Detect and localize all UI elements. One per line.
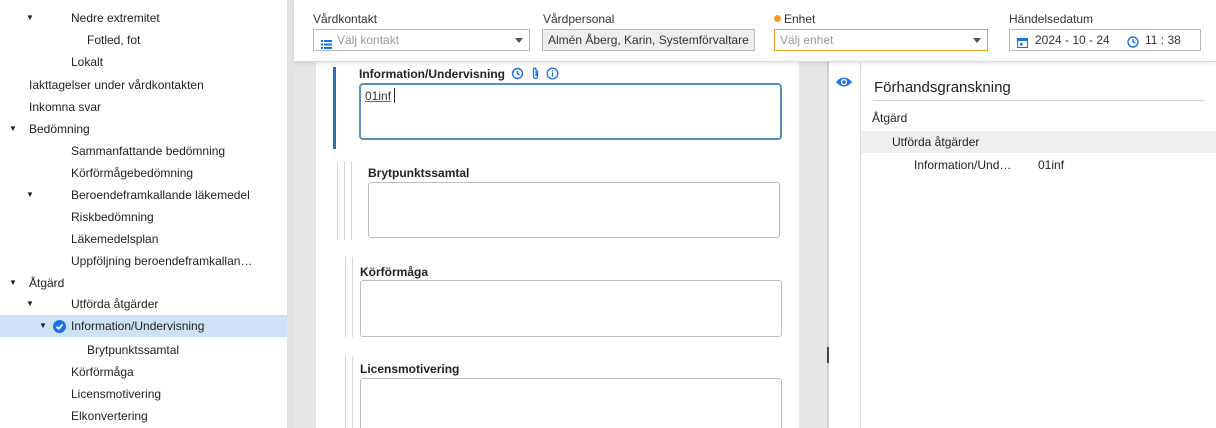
preview-section: Åtgärd: [872, 111, 908, 125]
active-block-indicator: [333, 67, 336, 149]
caret-down-icon[interactable]: ▼: [25, 184, 35, 206]
vardkontakt-select[interactable]: Välj kontakt: [313, 29, 530, 51]
block-indent-line: [345, 356, 346, 428]
history-icon[interactable]: [511, 67, 524, 83]
preview-key: Information/Und…: [914, 158, 1012, 172]
enhet-select[interactable]: Välj enhet: [774, 29, 988, 51]
attachment-icon[interactable]: [531, 67, 540, 83]
block-indent-line: [351, 162, 352, 240]
required-dot-icon: [774, 15, 781, 22]
check-circle-icon: [53, 320, 66, 333]
left-panel-splitter[interactable]: [287, 0, 300, 428]
preview-toggle-button[interactable]: [829, 70, 860, 98]
vardpersonal-value: Almén Åberg, Karin, Systemförvaltare: [542, 29, 755, 51]
preview-divider: [874, 100, 1204, 101]
licensmotivering-textarea[interactable]: [360, 378, 782, 428]
brytpunktssamtal-label: Brytpunktssamtal: [368, 166, 470, 180]
navigation-tree: ▼ Nedre extremitet Fotled, fot Lokalt Ia…: [0, 0, 287, 428]
tree-item-nedre-extremitet[interactable]: ▼ Nedre extremitet: [0, 7, 287, 29]
preview-value: 01inf: [1038, 158, 1065, 172]
tree-item-inkomna-svar[interactable]: Inkomna svar: [0, 96, 287, 118]
chevron-down-icon: [515, 38, 523, 43]
tree-item-licensmotivering[interactable]: Licensmotivering: [0, 383, 287, 405]
info-icon[interactable]: [546, 67, 559, 83]
vardpersonal-field: Vårdpersonal: [543, 12, 614, 27]
preview-title: Förhandsgranskning: [874, 79, 1011, 96]
encounter-header: Vårdkontakt Välj kontakt Vårdpersonal Al…: [294, 0, 1216, 62]
clock-icon[interactable]: [1127, 34, 1139, 54]
information-undervisning-text: 01inf: [365, 89, 392, 103]
licensmotivering-label: Licensmotivering: [360, 362, 460, 376]
text-cursor: [394, 88, 395, 103]
tree-item-uppfoljning[interactable]: Uppföljning beroendeframkallan…: [0, 250, 287, 272]
block-indent-line: [345, 257, 346, 337]
preview-toggle-column: [829, 62, 861, 428]
time-value[interactable]: 11 : 38: [1145, 30, 1181, 50]
calendar-icon[interactable]: [1016, 34, 1029, 54]
tree-item-lokalt[interactable]: Lokalt: [0, 51, 287, 73]
tree-item-bedomning[interactable]: ▼ Bedömning: [0, 118, 287, 140]
caret-down-icon[interactable]: ▼: [25, 7, 35, 29]
date-value[interactable]: 2024 - 10 - 24: [1035, 30, 1110, 50]
vardkontakt-label: Vårdkontakt: [313, 12, 378, 26]
block-indent-line: [352, 257, 353, 337]
tree-item-korformaga[interactable]: Körförmåga: [0, 361, 287, 383]
vardpersonal-label: Vårdpersonal: [543, 12, 615, 26]
list-icon: [321, 35, 332, 55]
journal-form: Information/Undervisning 01inf Brytpunkt…: [316, 62, 799, 428]
caret-down-icon[interactable]: ▼: [8, 272, 18, 294]
tree-item-information-undervisning[interactable]: ▼ Information/Undervisning: [0, 315, 287, 337]
information-undervisning-label: Information/Undervisning: [359, 67, 559, 83]
chevron-down-icon: [973, 38, 981, 43]
caret-down-icon[interactable]: ▼: [25, 293, 35, 315]
handelsedatum-input[interactable]: 2024 - 10 - 24 11 : 38: [1009, 29, 1201, 51]
main-area: Vårdkontakt Välj kontakt Vårdpersonal Al…: [294, 0, 1216, 428]
tree-item-elkonvertering[interactable]: Elkonvertering: [0, 405, 287, 427]
tree-item-beroendeframkallande[interactable]: ▼ Beroendeframkallande läkemedel: [0, 184, 287, 206]
handelsedatum-field: Händelsedatum: [1009, 12, 1093, 27]
tree-item-fotled-fot[interactable]: Fotled, fot: [0, 29, 287, 51]
tree-item-brytpunktssamtal[interactable]: Brytpunktssamtal: [0, 339, 287, 361]
preview-panel: Förhandsgranskning Åtgärd Utförda åtgärd…: [861, 62, 1216, 428]
tree-item-sammanfattande-bedomning[interactable]: Sammanfattande bedömning: [0, 140, 287, 162]
gutter-left: [294, 62, 316, 428]
tree-item-atgard[interactable]: ▼ Åtgärd: [0, 272, 287, 294]
information-undervisning-textarea[interactable]: 01inf: [359, 83, 782, 140]
brytpunktssamtal-textarea[interactable]: [368, 182, 780, 238]
preview-subsection: Utförda åtgärder: [861, 131, 1216, 153]
gutter-right: [799, 62, 827, 428]
block-indent-line: [337, 162, 338, 240]
vardkontakt-field: Vårdkontakt: [313, 12, 377, 27]
handelsedatum-label: Händelsedatum: [1009, 12, 1094, 26]
enhet-placeholder: Välj enhet: [780, 33, 834, 47]
block-indent-line: [352, 356, 353, 428]
korformaga-label: Körförmåga: [360, 265, 429, 279]
caret-down-icon[interactable]: ▼: [8, 118, 18, 140]
tree-item-iakttagelser[interactable]: Iakttagelser under vårdkontakten: [0, 74, 287, 96]
vardkontakt-placeholder: Välj kontakt: [337, 33, 400, 47]
block-indent-line: [344, 162, 345, 240]
tree-item-lakemedelsplan[interactable]: Läkemedelsplan: [0, 228, 287, 250]
caret-down-icon[interactable]: ▼: [38, 315, 48, 337]
content-area: Information/Undervisning 01inf Brytpunkt…: [294, 62, 1216, 428]
korformaga-textarea[interactable]: [360, 280, 782, 337]
tree-item-riskbedomning[interactable]: Riskbedömning: [0, 206, 287, 228]
tree-item-utforda-atgarder[interactable]: ▼ Utförda åtgärder: [0, 293, 287, 315]
enhet-field: Enhet: [774, 12, 815, 27]
eye-icon: [836, 77, 852, 87]
enhet-label: Enhet: [774, 12, 815, 27]
tree-item-korformagebedomning[interactable]: Körförmågebedömning: [0, 162, 287, 184]
